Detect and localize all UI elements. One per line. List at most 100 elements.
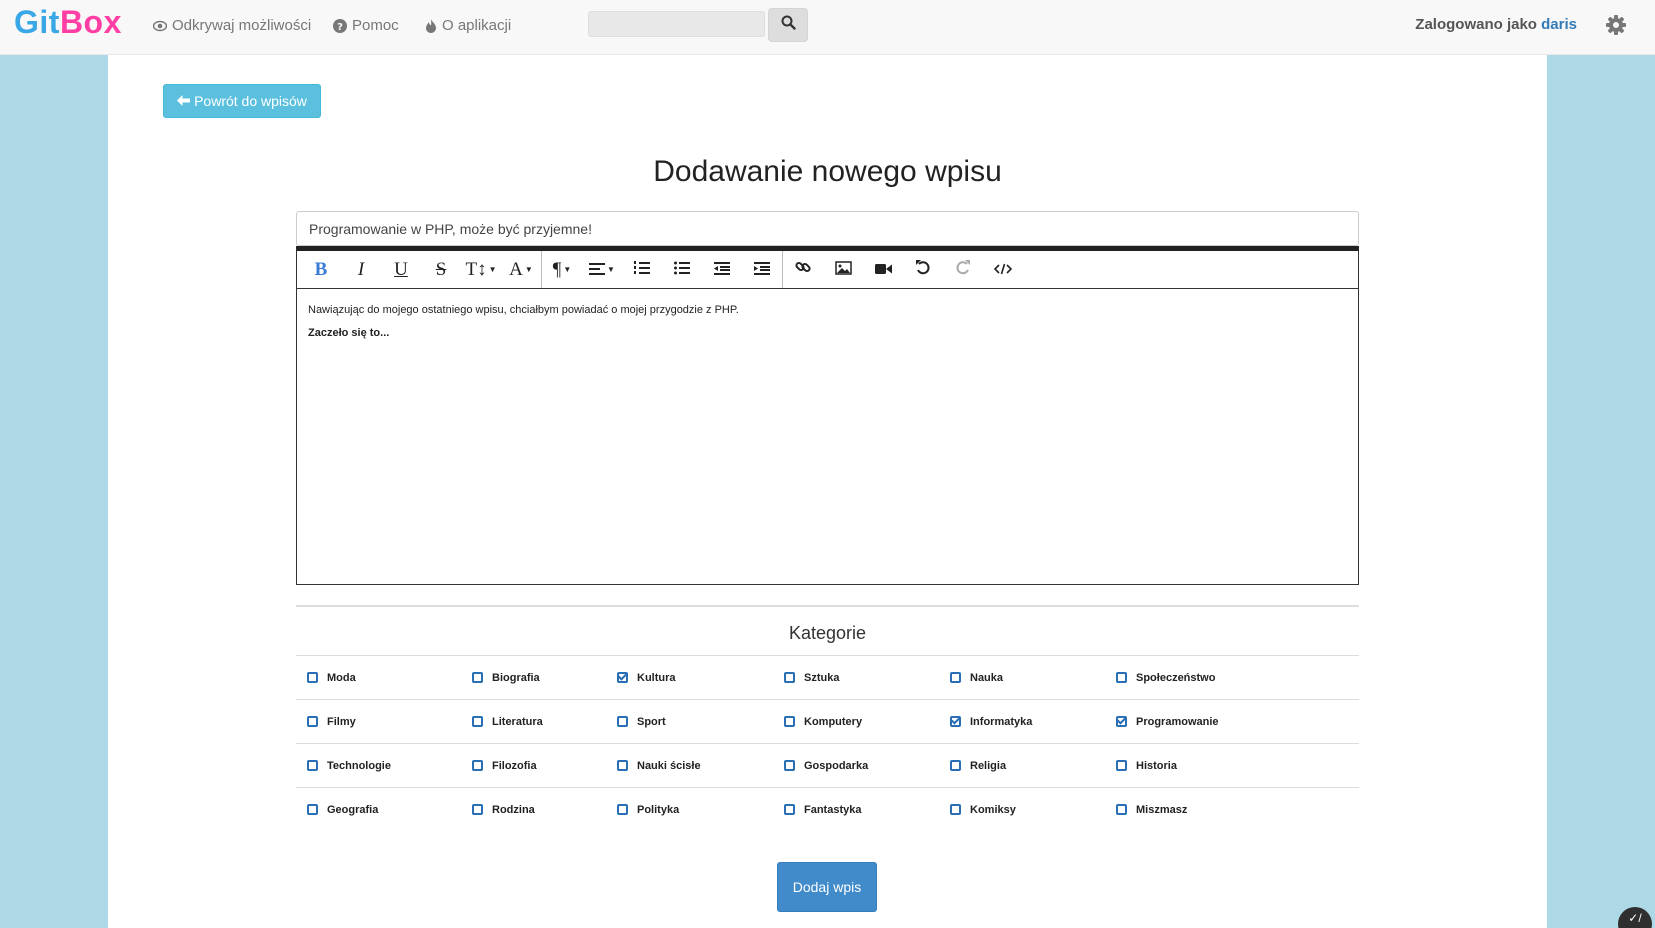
arrow-left-icon	[177, 93, 191, 109]
category-checkbox-item[interactable]: Komiksy	[950, 804, 1016, 816]
category-checkbox-item[interactable]: Religia	[950, 760, 1006, 772]
underline-button[interactable]: U	[381, 252, 421, 288]
category-checkbox-item[interactable]: Informatyka	[950, 716, 1032, 728]
editor-toolbar: B I U S T↕ ▼ A ▼ ¶ ▼ ▼	[297, 251, 1358, 289]
post-title-input[interactable]	[296, 211, 1359, 246]
checkbox-unchecked-icon[interactable]	[307, 760, 318, 771]
checkbox-unchecked-icon[interactable]	[307, 804, 318, 815]
main-panel: Powrót do wpisów Dodawanie nowego wpisu …	[108, 55, 1547, 928]
category-label: Społeczeństwo	[1136, 671, 1216, 684]
category-checkbox-item[interactable]: Sztuka	[784, 672, 839, 684]
brand-logo[interactable]: GitBox	[14, 4, 122, 41]
checkbox-unchecked-icon[interactable]	[307, 716, 318, 727]
settings-button[interactable]	[1605, 14, 1627, 36]
insert-link-button[interactable]	[783, 252, 823, 288]
font-size-dropdown[interactable]: T↕ ▼	[461, 252, 501, 288]
checkbox-unchecked-icon[interactable]	[617, 804, 628, 815]
category-checkbox-item[interactable]: Nauka	[950, 672, 1003, 684]
editor-content-area[interactable]: Nawiązując do mojego ostatniego wpisu, c…	[297, 289, 1358, 355]
category-checkbox-item[interactable]: Biografia	[472, 672, 540, 684]
category-label: Historia	[1136, 759, 1177, 772]
category-checkbox-item[interactable]: Nauki ścisłe	[617, 760, 701, 772]
username-link[interactable]: daris	[1541, 16, 1577, 33]
checkbox-checked-icon[interactable]	[1116, 716, 1127, 727]
category-checkbox-item[interactable]: Technologie	[307, 760, 391, 772]
checkbox-unchecked-icon[interactable]	[1116, 672, 1127, 683]
checkbox-unchecked-icon[interactable]	[472, 716, 483, 727]
navbar: GitBox Odkrywaj możliwości ? Pomoc O apl…	[0, 0, 1655, 55]
category-checkbox-item[interactable]: Fantastyka	[784, 804, 861, 816]
nav-link-label: Pomoc	[352, 17, 399, 34]
category-checkbox-item[interactable]: Rodzina	[472, 804, 535, 816]
checkbox-unchecked-icon[interactable]	[784, 804, 795, 815]
redo-icon	[955, 259, 971, 281]
bold-button[interactable]: B	[301, 252, 341, 288]
indent-button[interactable]	[742, 252, 782, 288]
bold-icon: B	[314, 258, 328, 280]
category-checkbox-item[interactable]: Społeczeństwo	[1116, 672, 1215, 684]
category-checkbox-item[interactable]: Filozofia	[472, 760, 537, 772]
checkbox-unchecked-icon[interactable]	[784, 716, 795, 727]
category-checkbox-item[interactable]: Kultura	[617, 672, 676, 684]
nav-link-label: Odkrywaj możliwości	[172, 17, 312, 34]
code-view-button[interactable]	[983, 252, 1023, 288]
question-circle-icon: ?	[333, 18, 347, 33]
back-to-posts-button[interactable]: Powrót do wpisów	[163, 84, 321, 118]
font-color-dropdown[interactable]: A ▼	[501, 252, 541, 288]
category-checkbox-item[interactable]: Miszmasz	[1116, 804, 1187, 816]
category-checkbox-item[interactable]: Sport	[617, 716, 666, 728]
category-checkbox-item[interactable]: Filmy	[307, 716, 356, 728]
redo-button[interactable]	[943, 252, 983, 288]
checkbox-unchecked-icon[interactable]	[784, 760, 795, 771]
categories-title: Kategorie	[788, 623, 867, 643]
editor-paragraph-bold: Zaczeło się to...	[308, 327, 390, 339]
category-checkbox-item[interactable]: Polityka	[617, 804, 679, 816]
category-checkbox-item[interactable]: Historia	[1116, 760, 1177, 772]
pilcrow-icon: ¶	[552, 258, 562, 280]
italic-button[interactable]: I	[341, 252, 381, 288]
search-input[interactable]	[588, 11, 765, 37]
search-button[interactable]	[768, 8, 808, 42]
category-checkbox-item[interactable]: Geografia	[307, 804, 378, 816]
paragraph-format-dropdown[interactable]: ¶ ▼	[542, 252, 582, 288]
checkbox-unchecked-icon[interactable]	[307, 672, 318, 683]
unordered-list-button[interactable]	[662, 252, 702, 288]
checkbox-unchecked-icon[interactable]	[617, 716, 628, 727]
add-post-button[interactable]: Dodaj wpis	[777, 862, 877, 912]
undo-button[interactable]	[903, 252, 943, 288]
category-checkbox-item[interactable]: Gospodarka	[784, 760, 868, 772]
category-label: Kultura	[637, 671, 676, 684]
code-icon	[993, 259, 1013, 281]
checkbox-unchecked-icon[interactable]	[950, 760, 961, 771]
category-label: Filmy	[327, 715, 356, 728]
category-label: Sport	[637, 715, 666, 728]
category-checkbox-item[interactable]: Literatura	[472, 716, 543, 728]
checkbox-unchecked-icon[interactable]	[784, 672, 795, 683]
insert-video-button[interactable]	[863, 252, 903, 288]
nav-link-help[interactable]: ? Pomoc	[333, 17, 399, 34]
italic-icon: I	[357, 258, 365, 280]
nav-link-discover[interactable]: Odkrywaj możliwości	[153, 17, 311, 34]
checkbox-unchecked-icon[interactable]	[472, 804, 483, 815]
align-dropdown[interactable]: ▼	[582, 252, 622, 288]
checkbox-unchecked-icon[interactable]	[617, 760, 628, 771]
insert-image-button[interactable]	[823, 252, 863, 288]
outdent-button[interactable]	[702, 252, 742, 288]
category-checkbox-item[interactable]: Programowanie	[1116, 716, 1219, 728]
category-checkbox-item[interactable]: Komputery	[784, 716, 862, 728]
nav-link-about[interactable]: O aplikacji	[425, 17, 511, 34]
checkbox-unchecked-icon[interactable]	[472, 672, 483, 683]
checkbox-unchecked-icon[interactable]	[950, 672, 961, 683]
checkbox-unchecked-icon[interactable]	[1116, 804, 1127, 815]
checkbox-unchecked-icon[interactable]	[1116, 760, 1127, 771]
corner-badge[interactable]: ✓/	[1618, 907, 1652, 928]
strikethrough-button[interactable]: S	[421, 252, 461, 288]
checkbox-unchecked-icon[interactable]	[950, 804, 961, 815]
eye-icon	[153, 20, 167, 32]
ordered-list-button[interactable]	[622, 252, 662, 288]
checkbox-checked-icon[interactable]	[950, 716, 961, 727]
category-checkbox-item[interactable]: Moda	[307, 672, 356, 684]
category-label: Komputery	[804, 715, 863, 728]
checkbox-checked-icon[interactable]	[617, 672, 628, 683]
checkbox-unchecked-icon[interactable]	[472, 760, 483, 771]
